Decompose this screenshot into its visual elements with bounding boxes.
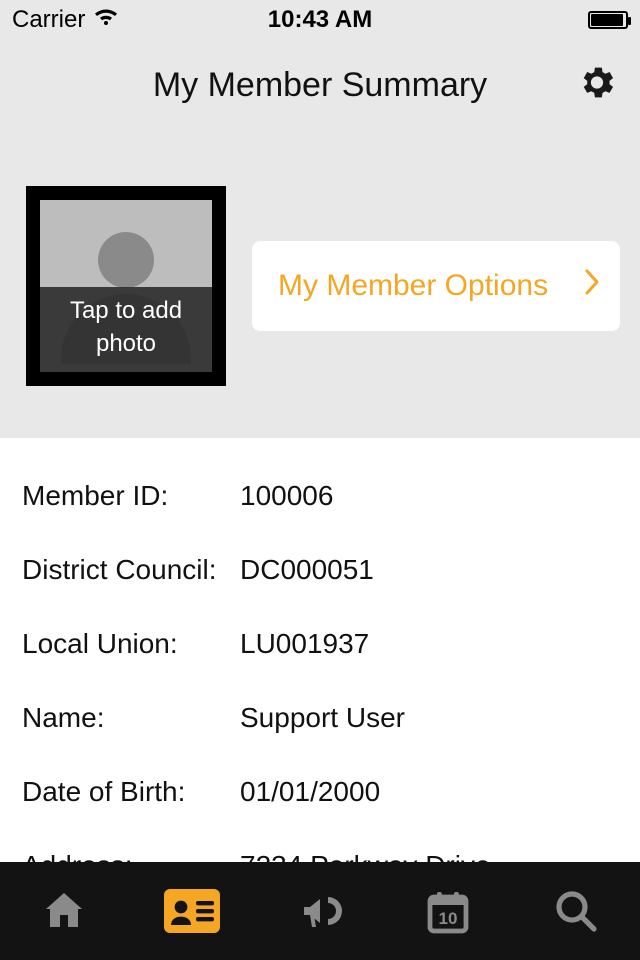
field-label: District Council: xyxy=(22,554,240,586)
member-options-label: My Member Options xyxy=(278,269,548,303)
field-local-union: Local Union: LU001937 xyxy=(22,628,618,660)
profile-photo-caption: Tap to add photo xyxy=(40,287,212,372)
field-label: Local Union: xyxy=(22,628,240,660)
field-label: Name: xyxy=(22,702,240,734)
nav-bar: My Member Summary xyxy=(0,40,640,130)
profile-photo[interactable]: Tap to add photo xyxy=(26,186,226,386)
status-bar: Carrier 10:43 AM xyxy=(0,0,640,40)
field-label: Date of Birth: xyxy=(22,776,240,808)
battery-icon xyxy=(588,11,628,29)
chevron-right-icon xyxy=(584,268,600,304)
field-value: LU001937 xyxy=(240,628,618,660)
field-value: Support User xyxy=(240,702,618,734)
field-address: Address: 7234 Parkway Drive xyxy=(22,850,618,862)
field-value: 7234 Parkway Drive xyxy=(240,850,618,862)
calendar-icon: 10 xyxy=(424,887,472,935)
field-date-of-birth: Date of Birth: 01/01/2000 xyxy=(22,776,618,808)
id-card-icon xyxy=(164,889,220,933)
gear-icon xyxy=(576,62,618,104)
tab-search[interactable] xyxy=(544,879,608,943)
field-member-id: Member ID: 100006 xyxy=(22,480,618,512)
tab-calendar[interactable]: 10 xyxy=(416,879,480,943)
field-name: Name: Support User xyxy=(22,702,618,734)
home-icon xyxy=(40,887,88,935)
page-title: My Member Summary xyxy=(153,66,487,105)
wifi-icon xyxy=(93,6,119,34)
field-label: Member ID: xyxy=(22,480,240,512)
tab-bar: 10 xyxy=(0,862,640,960)
megaphone-icon xyxy=(295,887,345,935)
calendar-day: 10 xyxy=(439,909,458,928)
carrier-label: Carrier xyxy=(12,6,85,34)
settings-button[interactable] xyxy=(576,62,618,109)
field-value: DC000051 xyxy=(240,554,618,586)
field-district-council: District Council: DC000051 xyxy=(22,554,618,586)
search-icon xyxy=(552,887,600,935)
member-details: Member ID: 100006 District Council: DC00… xyxy=(0,438,640,862)
tab-home[interactable] xyxy=(32,879,96,943)
member-options-button[interactable]: My Member Options xyxy=(252,241,620,331)
tab-announcements[interactable] xyxy=(288,879,352,943)
field-value: 01/01/2000 xyxy=(240,776,618,808)
field-label: Address: xyxy=(22,850,240,862)
field-value: 100006 xyxy=(240,480,618,512)
tab-member[interactable] xyxy=(160,879,224,943)
